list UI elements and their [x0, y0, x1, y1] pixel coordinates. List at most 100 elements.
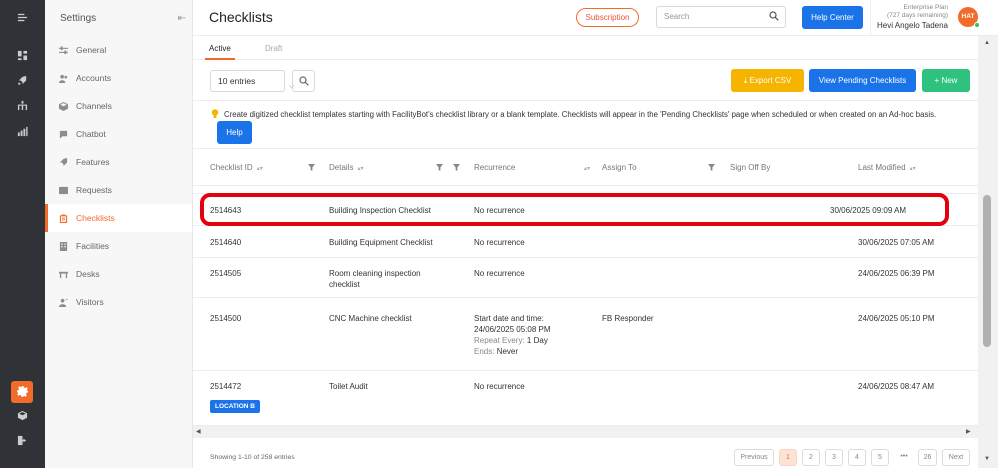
- cell-checklist-id: 2514472: [210, 382, 242, 391]
- sidebar-item-chatbot[interactable]: Chatbot: [45, 120, 192, 148]
- cell-assign-to: FB Responder: [602, 314, 654, 323]
- user-name[interactable]: Hevi Angelo Tadena: [865, 21, 948, 30]
- pagination-page-1[interactable]: 1: [779, 449, 797, 466]
- pagination-page-26[interactable]: 26: [918, 449, 937, 466]
- cell-recurrence: Start date and time: 24/06/2025 05:08 PM…: [474, 313, 594, 357]
- scroll-up-icon[interactable]: ▲: [984, 40, 990, 46]
- column-header-sign-off-by[interactable]: Sign Off By: [730, 163, 770, 172]
- recurrence-start-label: Start date and time:: [474, 314, 544, 323]
- cell-details[interactable]: Building Inspection Checklist: [329, 205, 431, 216]
- scroll-down-icon[interactable]: ▼: [984, 456, 990, 462]
- column-header-last-modified[interactable]: Last Modified ▴▾: [858, 163, 916, 172]
- table-row[interactable]: 2514640 Building Equipment Checklist No …: [193, 226, 978, 258]
- sort-icon[interactable]: ▴▾: [257, 166, 263, 172]
- sort-icon[interactable]: ▴▾: [910, 166, 916, 172]
- scrollbar-thumb[interactable]: [983, 195, 991, 347]
- column-header-checklist-id[interactable]: Checklist ID ▴▾: [210, 163, 263, 172]
- column-header-label: Details: [329, 163, 354, 172]
- sidebar-item-label: Visitors: [76, 297, 104, 307]
- horizontal-scrollbar[interactable]: ◀ ▶: [193, 426, 978, 438]
- sidebar-item-label: Checklists: [76, 213, 115, 223]
- sidebar-item-channels[interactable]: Channels: [45, 92, 192, 120]
- filter-icon[interactable]: [708, 164, 715, 171]
- hierarchy-icon[interactable]: [14, 98, 30, 114]
- cell-details-line: Room cleaning inspection: [329, 269, 421, 278]
- pagination-page-2[interactable]: 2: [802, 449, 820, 466]
- tab-active[interactable]: Active: [209, 44, 231, 53]
- pagination-page-3[interactable]: 3: [825, 449, 843, 466]
- pagination-page-4[interactable]: 4: [848, 449, 866, 466]
- plus-icon: +: [934, 76, 940, 85]
- sidebar-item-checklists[interactable]: Checklists: [45, 204, 192, 232]
- rocket-icon: [59, 157, 68, 167]
- scroll-right-icon[interactable]: ▶: [966, 428, 971, 435]
- vertical-scrollbar[interactable]: ▲ ▼: [978, 36, 998, 468]
- help-center-button[interactable]: Help Center: [802, 6, 863, 29]
- sort-icon[interactable]: ▴▾: [357, 166, 363, 172]
- dashboard-icon[interactable]: [14, 48, 30, 64]
- entries-select-value: 10 entries: [218, 76, 256, 86]
- desk-icon: [59, 270, 68, 279]
- filter-icon[interactable]: [436, 164, 443, 171]
- info-text: Create digitized checklist templates sta…: [224, 110, 937, 119]
- sidebar-item-label: Facilities: [76, 241, 110, 251]
- settings-gear-icon[interactable]: [11, 381, 33, 403]
- table-header: Checklist ID ▴▾ Details ▴▾ Recurrence ▴▾ A…: [193, 149, 978, 186]
- sidebar-item-desks[interactable]: Desks: [45, 260, 192, 288]
- filter-icon[interactable]: [308, 164, 315, 171]
- sidebar-item-label: General: [76, 45, 107, 55]
- package-icon[interactable]: [14, 408, 30, 424]
- menu-toggle-icon[interactable]: [14, 10, 30, 26]
- cell-details[interactable]: CNC Machine checklist: [329, 313, 412, 324]
- sidebar-item-requests[interactable]: Requests: [45, 176, 192, 204]
- export-csv-button[interactable]: ⤓ Export CSV: [731, 69, 804, 92]
- rocket-icon[interactable]: [14, 73, 30, 89]
- cube-icon: [59, 101, 68, 111]
- subscription-button[interactable]: Subscription: [576, 8, 639, 27]
- search-input[interactable]: Search: [656, 6, 786, 28]
- sidebar-item-features[interactable]: Features: [45, 148, 192, 176]
- cell-recurrence: No recurrence: [474, 206, 525, 215]
- pagination-next[interactable]: Next: [942, 449, 970, 466]
- table-search-button[interactable]: [292, 70, 315, 92]
- collapse-sidebar-icon[interactable]: ⇤: [178, 13, 186, 24]
- sidebar-item-label: Chatbot: [76, 129, 106, 139]
- sidebar-item-label: Desks: [76, 269, 100, 279]
- filter-icon[interactable]: [453, 164, 460, 171]
- logout-icon[interactable]: [14, 433, 30, 449]
- settings-sidebar: Settings ⇤ General Accounts Channels Cha…: [45, 0, 193, 468]
- cell-last-modified: 30/06/2025 07:05 AM: [858, 238, 935, 247]
- recurrence-repeat-label: Repeat Every:: [474, 336, 527, 345]
- help-button[interactable]: Help: [217, 121, 252, 144]
- column-header-assign-to[interactable]: Assign To: [602, 163, 637, 172]
- search-icon[interactable]: [769, 11, 779, 21]
- sidebar-item-visitors[interactable]: Visitors: [45, 288, 192, 316]
- sidebar-item-accounts[interactable]: Accounts: [45, 64, 192, 92]
- scroll-left-icon[interactable]: ◀: [196, 428, 201, 435]
- cell-details[interactable]: Room cleaning inspection checklist: [329, 268, 421, 290]
- sidebar-item-facilities[interactable]: Facilities: [45, 232, 192, 260]
- new-checklist-button[interactable]: + New: [922, 69, 970, 92]
- pagination-page-5[interactable]: 5: [871, 449, 889, 466]
- column-header-label: Assign To: [602, 163, 637, 172]
- view-pending-checklists-button[interactable]: View Pending Checklists: [809, 69, 916, 92]
- sort-icon[interactable]: ▴▾: [580, 163, 590, 172]
- column-header-details[interactable]: Details ▴▾: [329, 163, 363, 172]
- download-icon: ⤓: [743, 76, 748, 85]
- table-row[interactable]: 2514643 Building Inspection Checklist No…: [193, 194, 978, 226]
- cell-details[interactable]: Building Equipment Checklist: [329, 237, 433, 248]
- cell-details[interactable]: Toilet Audit: [329, 381, 368, 392]
- sidebar-item-general[interactable]: General: [45, 36, 192, 64]
- analytics-icon[interactable]: [14, 124, 30, 140]
- tab-draft[interactable]: Draft: [265, 44, 282, 53]
- table-row[interactable]: 2514500 CNC Machine checklist Start date…: [193, 298, 978, 371]
- table-row[interactable]: 2514505 Room cleaning inspection checkli…: [193, 258, 978, 298]
- recurrence-ends-label: Ends:: [474, 347, 497, 356]
- cell-last-modified: 24/06/2025 05:10 PM: [858, 314, 935, 323]
- pagination-ellipsis: •••: [900, 453, 908, 460]
- column-header-recurrence[interactable]: Recurrence: [474, 163, 515, 172]
- table-row[interactable]: 2514472 LOCATION B Toilet Audit No recur…: [193, 371, 978, 426]
- table-toolbar: 10 entries ⌵ ⤓ Export CSV View Pending C…: [193, 60, 978, 101]
- pagination-previous[interactable]: Previous: [734, 449, 774, 466]
- entries-select[interactable]: 10 entries ⌵: [210, 70, 294, 92]
